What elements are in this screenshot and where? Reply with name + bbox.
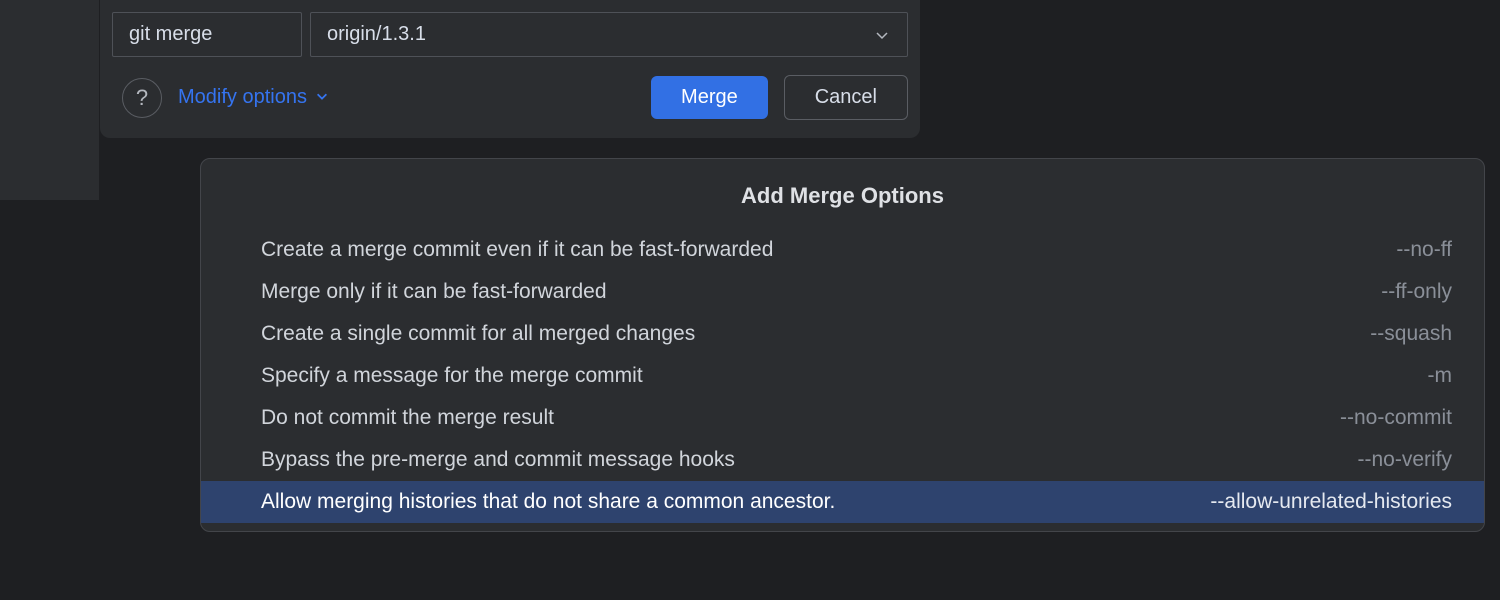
option-list: Create a merge commit even if it can be … — [201, 229, 1484, 523]
action-row: ? Modify options Merge Cancel — [112, 75, 908, 120]
merge-button[interactable]: Merge — [651, 76, 768, 119]
option-flag: --no-commit — [1300, 406, 1452, 430]
merge-button-label: Merge — [681, 86, 738, 108]
option-label: Do not commit the merge result — [261, 406, 554, 430]
option-row[interactable]: Create a single commit for all merged ch… — [201, 313, 1484, 355]
help-glyph: ? — [136, 85, 148, 111]
modify-options-label: Modify options — [178, 86, 307, 109]
sidebar-stub — [0, 0, 100, 200]
merge-dialog: git merge origin/1.3.1 ? Modify options … — [100, 0, 920, 138]
option-flag: --allow-unrelated-histories — [1170, 490, 1452, 514]
branch-select[interactable]: origin/1.3.1 — [310, 12, 908, 57]
option-label: Create a single commit for all merged ch… — [261, 322, 695, 346]
git-command-field[interactable]: git merge — [112, 12, 302, 57]
option-flag: -m — [1388, 364, 1453, 388]
option-row[interactable]: Merge only if it can be fast-forwarded --… — [201, 271, 1484, 313]
option-label: Create a merge commit even if it can be … — [261, 238, 773, 262]
option-label: Bypass the pre-merge and commit message … — [261, 448, 735, 472]
option-row[interactable]: Specify a message for the merge commit -m — [201, 355, 1484, 397]
chevron-down-icon — [873, 26, 891, 44]
help-icon[interactable]: ? — [122, 78, 162, 118]
option-row[interactable]: Do not commit the merge result --no-commi… — [201, 397, 1484, 439]
option-flag: --squash — [1330, 322, 1452, 346]
option-row[interactable]: Bypass the pre-merge and commit message … — [201, 439, 1484, 481]
option-row[interactable]: Create a merge commit even if it can be … — [201, 229, 1484, 271]
option-label: Specify a message for the merge commit — [261, 364, 643, 388]
option-row[interactable]: Allow merging histories that do not shar… — [201, 481, 1484, 523]
popup-title: Add Merge Options — [201, 159, 1484, 229]
option-flag: --no-ff — [1356, 238, 1452, 262]
merge-options-popup: Add Merge Options Create a merge commit … — [200, 158, 1485, 532]
chevron-down-icon — [315, 86, 329, 109]
option-label: Merge only if it can be fast-forwarded — [261, 280, 607, 304]
option-flag: --ff-only — [1341, 280, 1452, 304]
option-flag: --no-verify — [1317, 448, 1452, 472]
git-command-text: git merge — [129, 23, 212, 45]
modify-options-link[interactable]: Modify options — [178, 86, 329, 109]
input-row: git merge origin/1.3.1 — [112, 12, 908, 57]
cancel-button[interactable]: Cancel — [784, 75, 908, 120]
branch-name: origin/1.3.1 — [327, 23, 426, 46]
cancel-button-label: Cancel — [815, 86, 877, 108]
option-label: Allow merging histories that do not shar… — [261, 490, 835, 514]
